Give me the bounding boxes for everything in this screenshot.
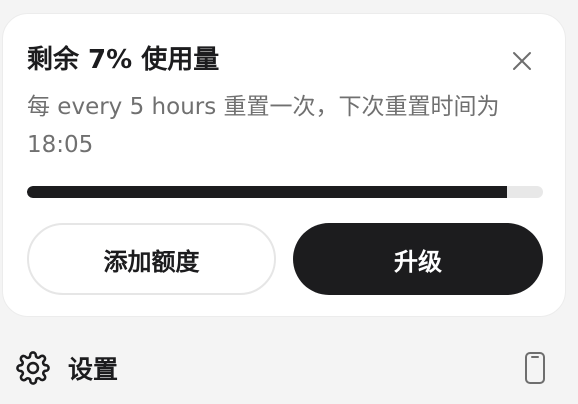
add-quota-button[interactable]: 添加额度: [27, 223, 276, 295]
reset-description: 每 every 5 hours 重置一次，下次重置时间为 18:05: [27, 94, 500, 158]
usage-progress-bar: [27, 186, 543, 198]
settings-item[interactable]: 设置: [16, 346, 118, 390]
phone-icon: [525, 352, 545, 384]
usage-progress-fill: [27, 186, 507, 198]
close-icon: [513, 52, 531, 70]
usage-limit-card: 剩余 7% 使用量 每 every 5 hours 重置一次，下次重置时间为 1…: [2, 13, 566, 317]
upgrade-button[interactable]: 升级: [293, 223, 543, 295]
usage-title: 剩余 7% 使用量: [27, 45, 220, 75]
device-button[interactable]: [522, 350, 548, 386]
gear-icon: [16, 351, 50, 385]
settings-label: 设置: [68, 355, 119, 384]
close-button[interactable]: [507, 46, 537, 76]
